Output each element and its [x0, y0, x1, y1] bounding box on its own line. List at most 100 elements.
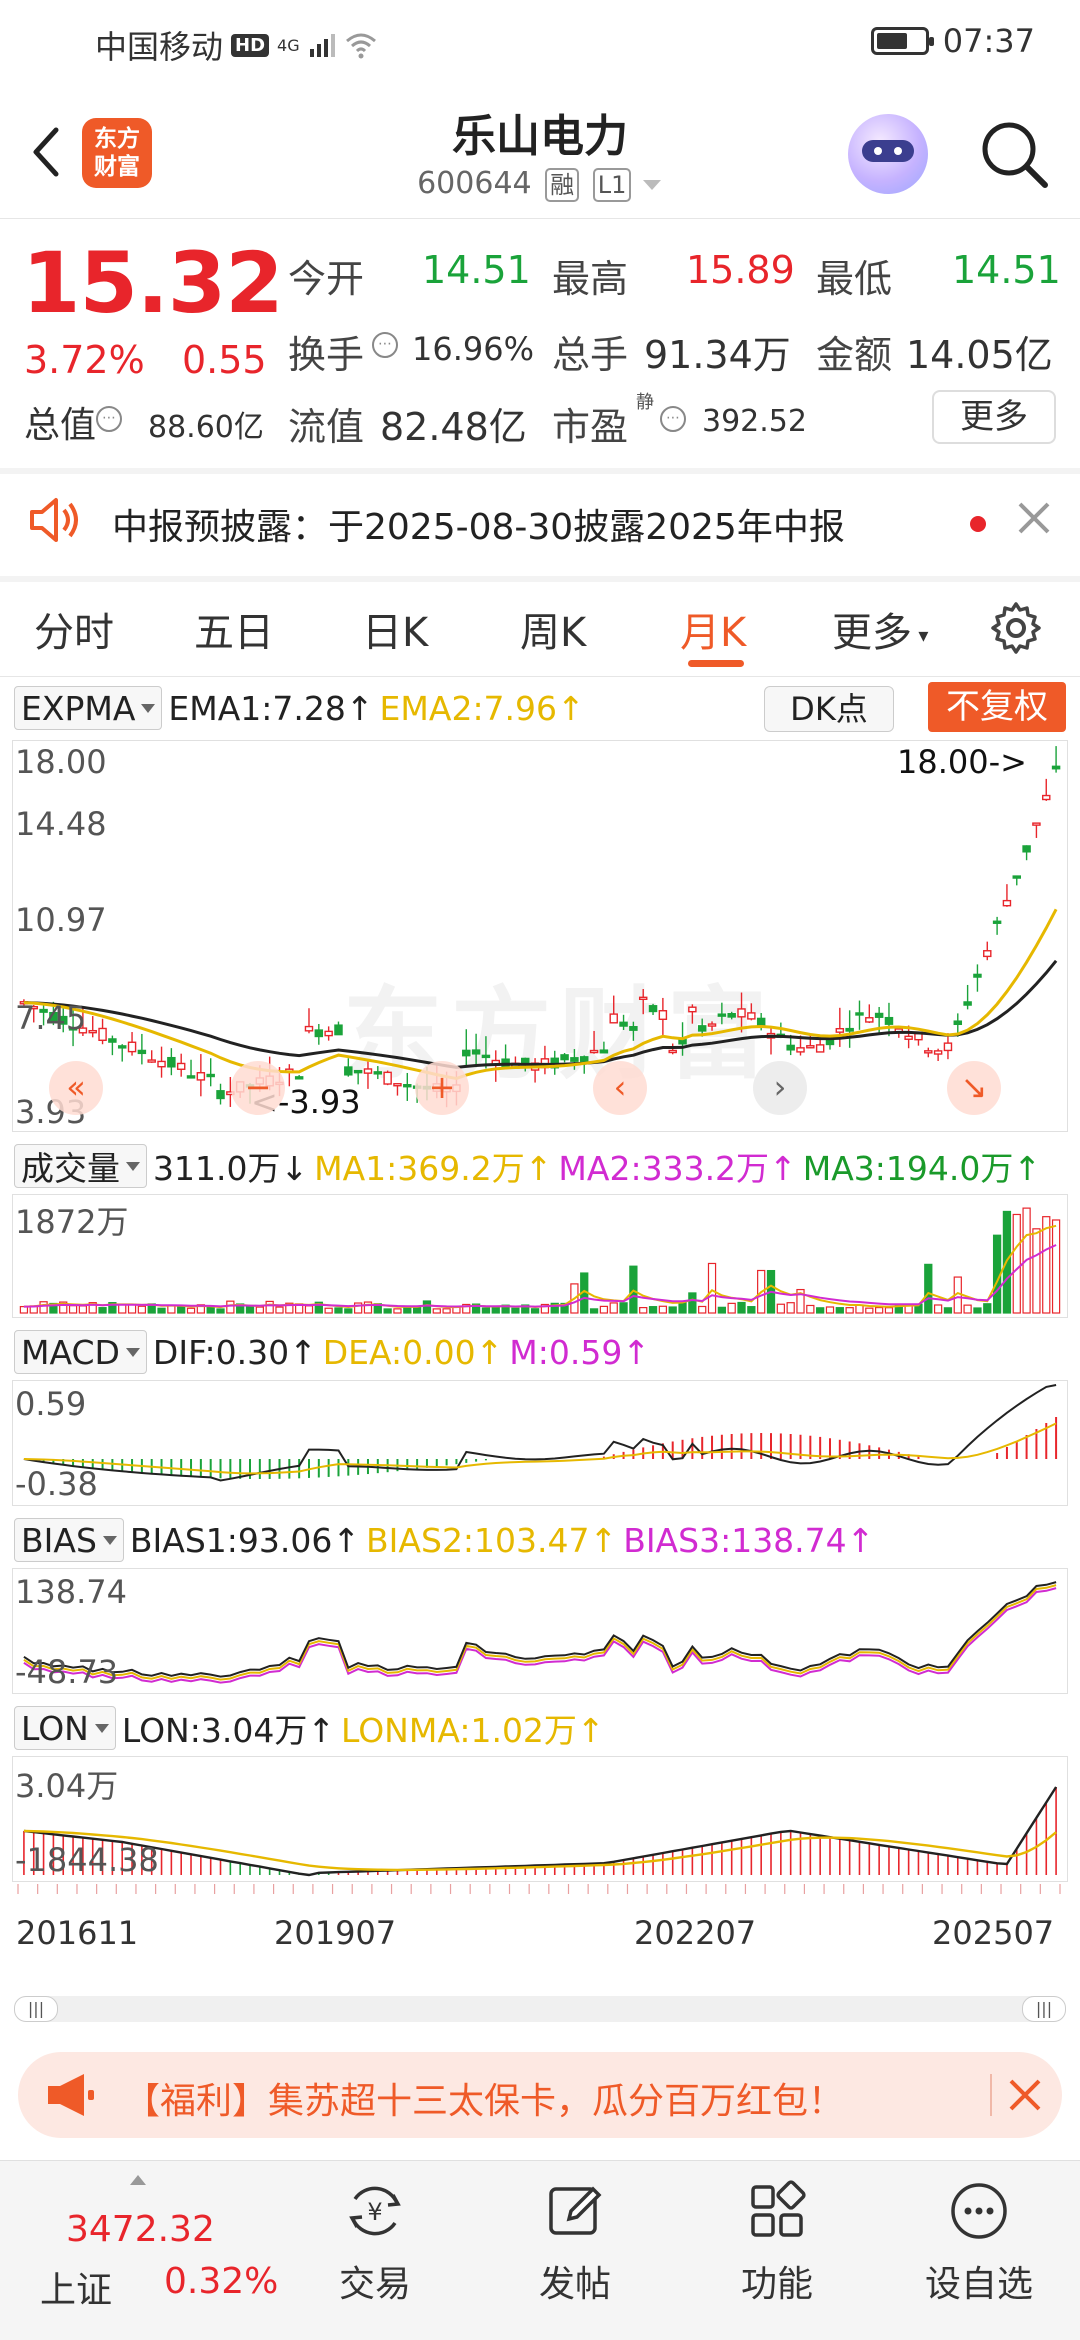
scroll-right-icon[interactable]: ›: [753, 1061, 807, 1115]
promo-banner[interactable]: 【福利】集苏超十三太保卡，瓜分百万红包！: [18, 2052, 1062, 2138]
caret-up-icon[interactable]: [130, 2175, 146, 2185]
price-chart[interactable]: [13, 741, 1067, 1131]
signal-icon: [309, 34, 335, 57]
indicator-name: BIAS: [21, 1520, 97, 1560]
candle: [108, 1038, 117, 1043]
tab-five-day[interactable]: 五日: [194, 600, 274, 658]
volume-bar: [648, 1306, 658, 1314]
info-icon[interactable]: ⋯: [96, 406, 122, 432]
zoom-in-icon[interactable]: +: [415, 1061, 469, 1115]
info-icon[interactable]: ⋯: [660, 406, 686, 432]
tab-monthly-k[interactable]: 月K: [680, 600, 746, 658]
more-button[interactable]: 更多: [932, 390, 1056, 444]
wifi-icon: [345, 33, 376, 59]
nav-function[interactable]: 功能: [702, 2179, 852, 2307]
high-label: 最高: [552, 257, 629, 301]
candle: [619, 1021, 628, 1027]
candle: [992, 920, 1002, 924]
lon-top-label: 3.04万: [15, 1767, 119, 1805]
volume-bar: [344, 1308, 353, 1314]
volume-bar: [924, 1263, 933, 1314]
lonma-value: LONMA:1.02万↑: [341, 1711, 605, 1750]
chart-scrollbar[interactable]: ||| |||: [14, 1996, 1066, 2022]
amount-label: 金额: [816, 333, 893, 377]
edit-icon: [549, 2186, 602, 2235]
bias-bottom-label: -48.73: [15, 1653, 119, 1691]
volume-bar: [393, 1308, 402, 1314]
volume-indicator-select[interactable]: 成交量: [14, 1144, 147, 1188]
scroll-handle-right[interactable]: |||: [1022, 1996, 1066, 2022]
volume-bar: [216, 1308, 225, 1314]
dropdown-icon[interactable]: [641, 177, 663, 193]
grid-icon: [751, 2180, 806, 2237]
tab-weekly-k[interactable]: 周K: [520, 600, 586, 658]
nav-post-label: 发帖: [538, 2264, 611, 2305]
dk-point-button[interactable]: DK点: [764, 686, 894, 732]
bias-indicator-select[interactable]: BIAS: [14, 1518, 124, 1562]
notice-bar[interactable]: 中报预披露：于2025-08-30披露2025年中报: [0, 470, 1080, 576]
candle: [737, 1008, 746, 1018]
volume-bar: [589, 1308, 599, 1314]
volume-bar: [727, 1302, 736, 1314]
nav-trade[interactable]: ¥ 交易: [300, 2179, 450, 2307]
candle: [363, 1068, 373, 1074]
gear-icon[interactable]: [988, 600, 1044, 656]
candle: [865, 1017, 874, 1023]
price-panel[interactable]: 东方财富 18.00 14.48 10.97 7.45 3.93 18.00->…: [12, 740, 1068, 1132]
bias-chart[interactable]: [13, 1569, 1067, 1693]
nav-watchlist[interactable]: 设自选: [904, 2179, 1054, 2307]
bias-top-label: 138.74: [15, 1573, 127, 1611]
float-value: 82.48亿: [380, 405, 527, 449]
candle: [589, 1049, 599, 1054]
volume-bar: [186, 1307, 196, 1314]
macd-chart[interactable]: [13, 1381, 1067, 1505]
bottom-nav: 3472.32 上证 0.32% ¥ 交易 发帖 功能 设自选: [0, 2160, 1080, 2340]
max-note: 18.00->: [897, 743, 1027, 781]
lon-bottom-label: -1844.38: [15, 1841, 159, 1879]
kline-chart-area[interactable]: EXPMA EMA1:7.28↑ EMA2:7.96↑ DK点 不复权 东方财富…: [0, 678, 1080, 1998]
volume-chart[interactable]: [13, 1195, 1067, 1317]
y-label: 10.97: [15, 901, 107, 939]
zoom-out-icon[interactable]: −: [231, 1061, 285, 1115]
search-icon[interactable]: [976, 116, 1052, 192]
volume-bar: [609, 1302, 618, 1314]
turnover-value: 16.96%: [412, 330, 535, 368]
candle: [1022, 845, 1031, 853]
volume-panel[interactable]: 1872万: [12, 1194, 1068, 1318]
adjust-button[interactable]: 不复权: [928, 682, 1066, 732]
nav-post[interactable]: 发帖: [500, 2179, 650, 2307]
macd-indicator-select[interactable]: MACD: [14, 1330, 147, 1374]
tab-more[interactable]: 更多 ▾: [832, 600, 928, 658]
candle: [373, 1071, 383, 1075]
assistant-robot-icon[interactable]: [848, 114, 928, 194]
candle: [904, 1035, 913, 1040]
scroll-left-fast-icon[interactable]: «: [49, 1061, 103, 1115]
tab-daily-k[interactable]: 日K: [362, 600, 428, 658]
info-icon[interactable]: ⋯: [372, 332, 398, 358]
margin-tag: 融: [545, 168, 580, 202]
lon-indicator-select[interactable]: LON: [14, 1706, 116, 1750]
index-name[interactable]: 上证: [40, 2261, 112, 2313]
macd-panel[interactable]: 0.59 -0.38: [12, 1380, 1068, 1506]
tab-intraday[interactable]: 分时: [34, 600, 114, 658]
close-icon[interactable]: [1014, 498, 1054, 538]
level-tag: L1: [592, 168, 632, 202]
close-icon[interactable]: [1006, 2076, 1044, 2114]
x-axis-label: 201907: [274, 1914, 397, 1952]
scroll-handle-left[interactable]: |||: [14, 1996, 58, 2022]
scroll-end-icon[interactable]: ↘: [947, 1061, 1001, 1115]
lon-chart[interactable]: [13, 1757, 1067, 1881]
nav-watchlist-label: 设自选: [924, 2264, 1033, 2305]
volume-value: 311.0万↓: [153, 1149, 309, 1188]
scroll-left-icon[interactable]: ‹: [593, 1061, 647, 1115]
ma3-value: MA3:194.0万↑: [802, 1149, 1042, 1188]
candle: [629, 1026, 638, 1031]
bias-panel[interactable]: 138.74 -48.73: [12, 1568, 1068, 1694]
main-indicator-select[interactable]: EXPMA: [14, 686, 163, 730]
active-tab-indicator: [688, 660, 744, 667]
index-change[interactable]: 0.32%: [164, 2261, 278, 2302]
lon-panel[interactable]: 3.04万 -1844.38: [12, 1756, 1068, 1882]
volume-bar: [68, 1305, 78, 1314]
index-value[interactable]: 3472.32: [66, 2209, 215, 2250]
candle: [717, 1013, 727, 1017]
